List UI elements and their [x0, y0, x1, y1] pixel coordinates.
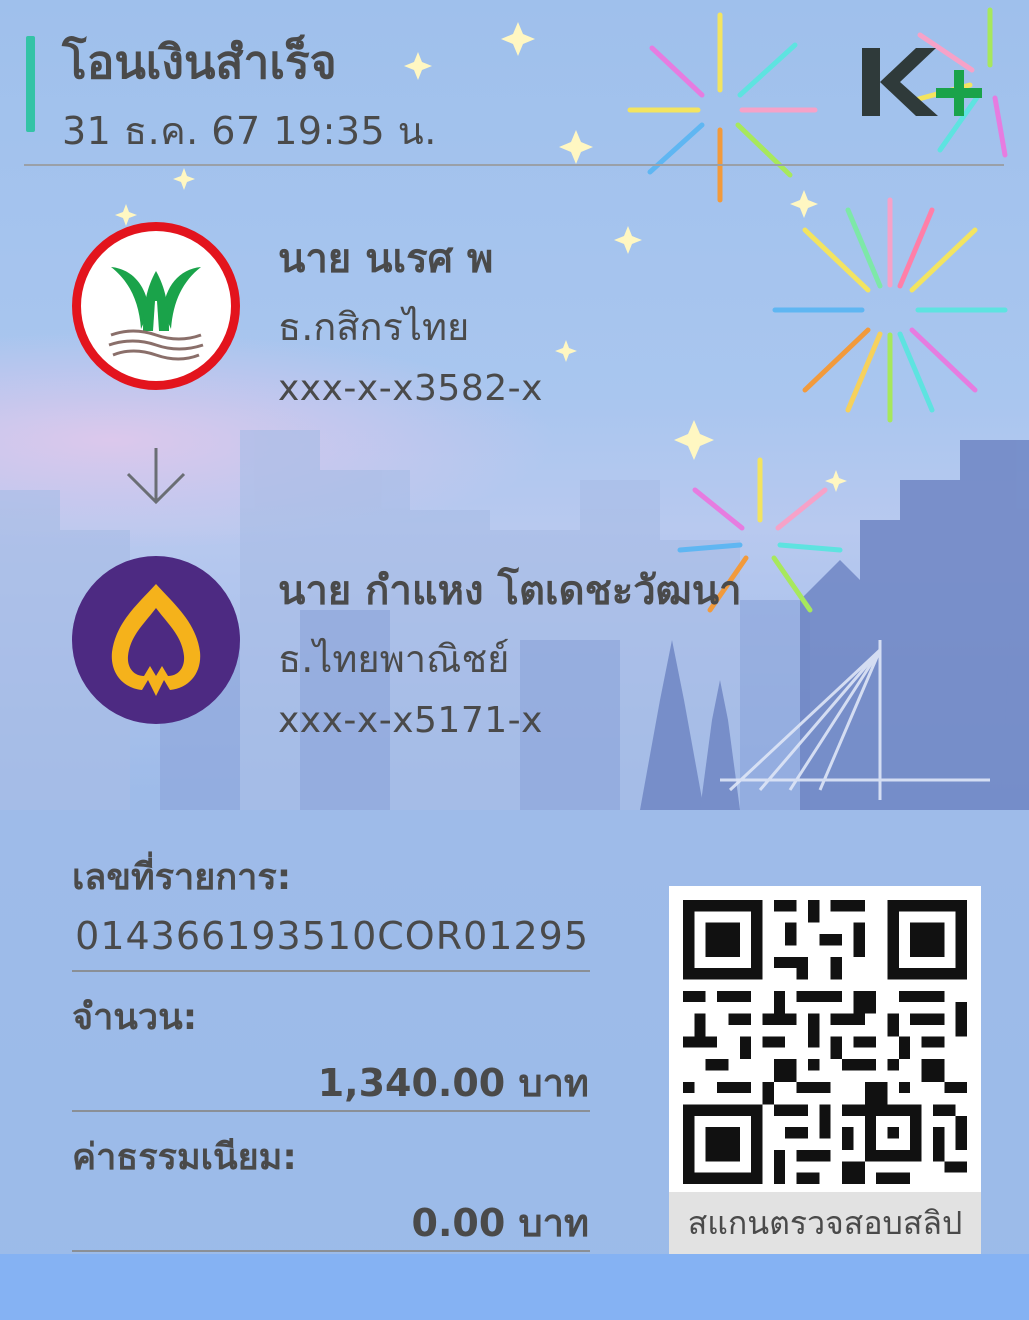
kplus-logo-icon: [862, 48, 982, 116]
transaction-datetime: 31 ธ.ค. 67 19:35 น.: [62, 109, 437, 153]
divider: [72, 1250, 590, 1252]
fee-label: ค่าธรรมเนียม:: [72, 1137, 297, 1178]
reference-number: 014366193510COR01295: [75, 914, 589, 958]
receiver-name: นาย กำแหง โตเดชะวัฒนา: [278, 568, 742, 614]
kbank-logo-icon: [72, 222, 240, 390]
sender-bank: ธ.กสิกรไทย: [278, 305, 470, 349]
receiver-bank: ธ.ไทยพาณิชย์: [278, 637, 510, 681]
header-divider: [24, 164, 1004, 166]
arrow-down-icon: [126, 448, 186, 505]
page-title: โอนเงินสำเร็จ: [62, 35, 337, 89]
qr-code-icon[interactable]: [683, 900, 967, 1184]
qr-code-panel[interactable]: สแกนตรวจสอบสลิป: [669, 886, 981, 1254]
qr-caption: สแกนตรวจสอบสลิป: [669, 1192, 981, 1254]
transfer-slip: โอนเงินสำเร็จ 31 ธ.ค. 67 19:35 น. นาย นเ…: [0, 0, 1029, 1320]
sender-account: xxx-x-x3582-x: [278, 368, 543, 409]
bottom-band: [0, 1254, 1029, 1320]
amount-value: 1,340.00 บาท: [317, 1061, 589, 1105]
sender-name: นาย นเรศ พ: [278, 236, 494, 282]
scb-logo-icon: [72, 556, 240, 724]
receiver-account: xxx-x-x5171-x: [278, 700, 543, 741]
divider: [72, 970, 590, 972]
header-accent-bar: [26, 36, 35, 132]
fee-value: 0.00 บาท: [411, 1201, 590, 1245]
amount-label: จำนวน:: [72, 997, 198, 1038]
divider: [72, 1110, 590, 1112]
reference-label: เลขที่รายการ:: [72, 857, 292, 898]
